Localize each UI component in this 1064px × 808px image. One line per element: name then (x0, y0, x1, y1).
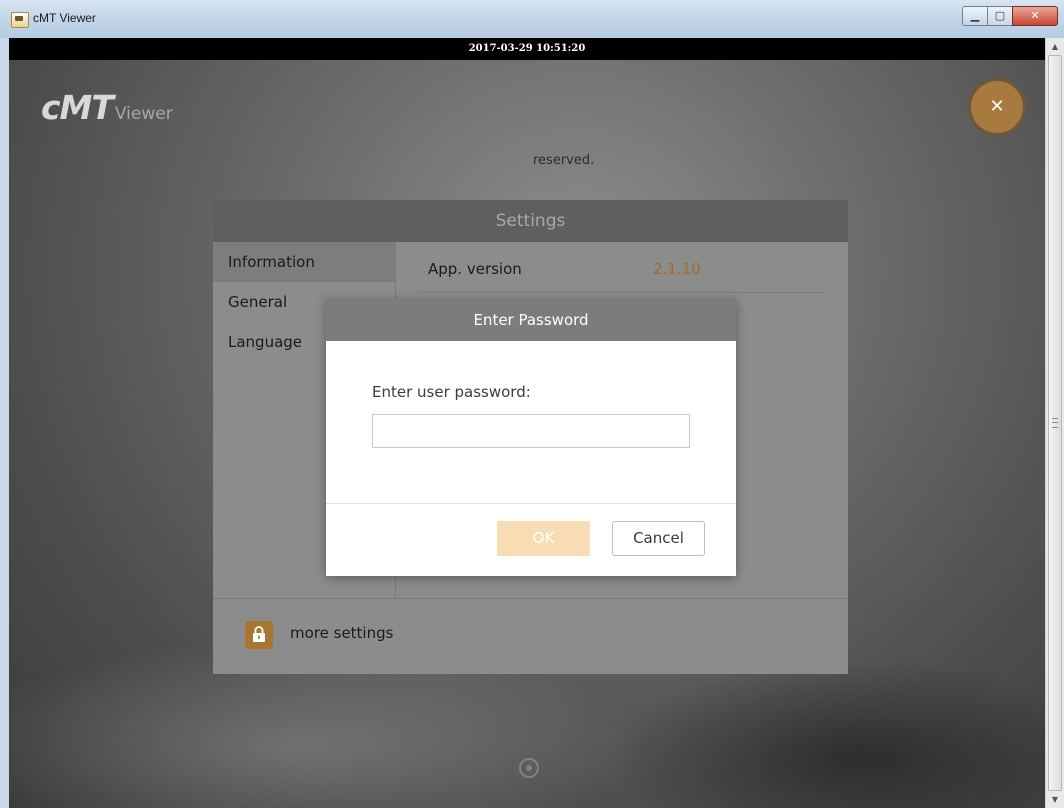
lock-icon (253, 626, 265, 642)
app-icon (11, 12, 29, 28)
scrollbar-grip-icon (1052, 418, 1058, 428)
timestamp-bar: 2017-03-29 10:51:20 (9, 38, 1045, 60)
settings-title: Settings (213, 200, 848, 242)
window-close-button[interactable]: ✕ (1012, 6, 1058, 26)
window-title: cMT Viewer (33, 11, 96, 25)
timestamp: 2017-03-29 10:51:20 (468, 43, 586, 54)
app-version-label: App. version (428, 260, 522, 278)
sidebar-item-label: Information (228, 253, 315, 271)
dialog-title: Enter Password (326, 299, 736, 341)
scrollbar-thumb[interactable] (1048, 55, 1062, 791)
app-version-row: App. version 2.1.10 (417, 260, 827, 293)
app-version-value: 2.1.10 (653, 260, 701, 278)
minimize-button[interactable]: ▁ (962, 6, 988, 26)
close-x-icon: ✕ (989, 96, 1005, 117)
scroll-down-icon[interactable]: ▼ (1046, 791, 1064, 808)
sidebar-item-information[interactable]: Information (213, 242, 395, 282)
lock-button[interactable] (245, 621, 273, 649)
password-prompt: Enter user password: (372, 383, 531, 401)
window-titlebar: cMT Viewer ▁ ▢ ✕ (0, 0, 1064, 38)
sidebar-item-label: Language (228, 333, 303, 351)
sidebar-item-label: General (228, 293, 288, 311)
maximize-button[interactable]: ▢ (987, 6, 1013, 26)
enter-password-dialog: Enter Password Enter user password: OK C… (326, 299, 736, 576)
close-icon: ✕ (1030, 9, 1040, 22)
cmt-viewer-logo: cMT Viewer (41, 88, 173, 127)
more-settings-label[interactable]: more settings (290, 624, 393, 642)
close-settings-button[interactable]: ✕ (968, 78, 1026, 136)
logo-sub: Viewer (114, 104, 173, 124)
scroll-up-icon[interactable]: ▲ (1046, 38, 1064, 55)
rights-text: reserved. (533, 153, 595, 168)
settings-footer: more settings (213, 598, 848, 675)
viewer-canvas: 2017-03-29 10:51:20 cMT Viewer ✕ Settings… (9, 38, 1045, 808)
vertical-scrollbar[interactable]: ▲ ▼ (1045, 38, 1064, 808)
cancel-button[interactable]: Cancel (612, 521, 705, 556)
maximize-icon: ▢ (994, 9, 1006, 22)
dialog-divider (326, 503, 736, 504)
minimize-icon: ▁ (970, 9, 980, 22)
home-indicator-icon[interactable] (519, 758, 539, 778)
password-input[interactable] (372, 414, 690, 448)
logo-main: cMT (41, 88, 114, 127)
ok-button[interactable]: OK (497, 521, 590, 556)
